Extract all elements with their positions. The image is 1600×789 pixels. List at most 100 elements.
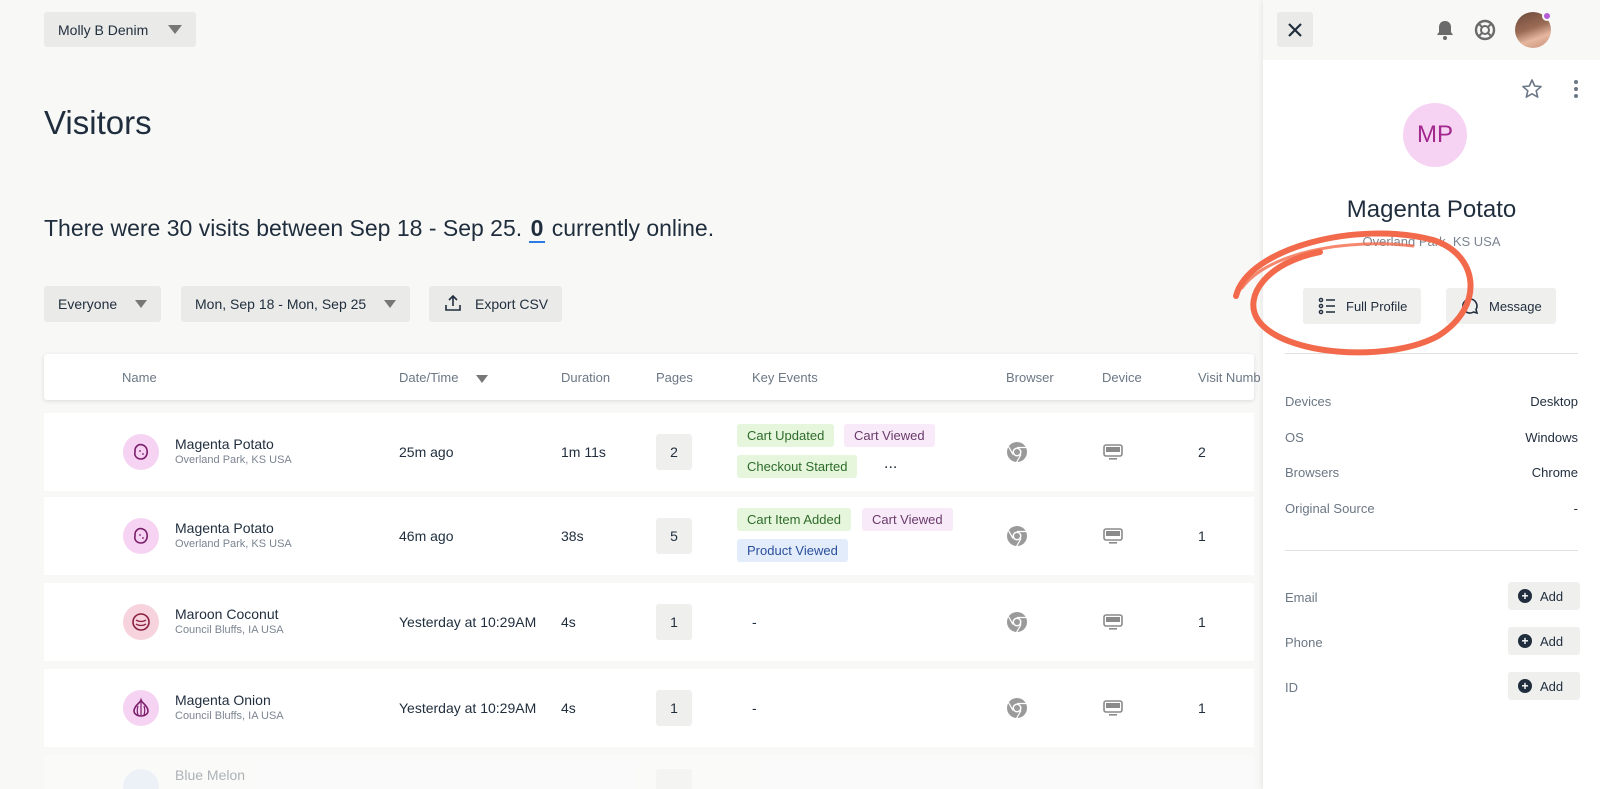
message-button[interactable]: Message <box>1446 288 1556 324</box>
desktop-icon <box>1102 613 1124 636</box>
visit-duration: 4s <box>561 614 576 630</box>
visitor-avatar <box>123 769 159 789</box>
no-events: - <box>752 700 757 716</box>
column-header-visit-number[interactable]: Visit Numb <box>1198 370 1261 385</box>
pages-count[interactable]: 5 <box>656 518 692 554</box>
more-events[interactable]: ... <box>884 455 897 473</box>
table-row[interactable]: Magenta Onion Council Bluffs, IA USA Yes… <box>44 669 1254 747</box>
pages-count[interactable] <box>656 769 692 789</box>
visitor-name[interactable]: Magenta Onion <box>175 692 271 708</box>
column-header-pages[interactable]: Pages <box>656 370 693 385</box>
add-label: Add <box>1540 633 1564 649</box>
visit-number: 1 <box>1198 700 1206 716</box>
plus-icon: + <box>1518 634 1532 648</box>
notification-dot <box>1542 11 1552 21</box>
star-icon[interactable] <box>1521 78 1543 100</box>
upload-icon <box>443 293 463 316</box>
event-tag: Product Viewed <box>737 539 848 562</box>
visit-number: 1 <box>1198 528 1206 544</box>
chevron-down-icon <box>384 300 397 308</box>
contact-label: ID <box>1285 680 1298 695</box>
add-label: Add <box>1540 678 1564 694</box>
visit-number: 2 <box>1198 444 1206 460</box>
detail-value: - <box>1573 501 1578 516</box>
visitor-avatar <box>123 434 159 470</box>
full-profile-button[interactable]: Full Profile <box>1303 288 1422 324</box>
close-panel-button[interactable] <box>1277 12 1313 47</box>
column-header-duration[interactable]: Duration <box>561 370 610 385</box>
column-header-device: Device <box>1102 370 1142 385</box>
list-icon <box>1318 297 1335 315</box>
desktop-icon <box>1102 443 1124 466</box>
visitor-avatar <box>123 604 159 640</box>
no-events: - <box>752 614 757 630</box>
visit-datetime: Yesterday at 10:29AM <box>399 614 537 630</box>
export-csv-label: Export CSV <box>475 296 549 312</box>
audience-filter-label: Everyone <box>58 296 118 312</box>
help-lifebuoy-icon[interactable] <box>1474 19 1496 41</box>
visit-datetime: 25m ago <box>399 444 454 460</box>
full-profile-label: Full Profile <box>1346 298 1408 314</box>
visit-duration: 1m 11s <box>561 444 606 460</box>
column-header-datetime[interactable]: Date/Time <box>399 370 489 385</box>
visitor-location: Overland Park, KS USA <box>1362 234 1501 249</box>
visitor-initials-avatar: MP <box>1403 103 1467 167</box>
message-label: Message <box>1489 298 1542 314</box>
potato-icon <box>134 527 148 544</box>
visitor-name[interactable]: Maroon Coconut <box>175 606 279 622</box>
pages-count[interactable]: 2 <box>656 434 692 470</box>
close-icon <box>1288 22 1302 37</box>
coconut-icon <box>132 613 150 631</box>
detail-label: Browsers <box>1285 465 1340 480</box>
visitor-location: Overland Park, KS USA <box>175 454 292 466</box>
bell-icon[interactable] <box>1435 19 1455 41</box>
chrome-icon <box>1006 441 1028 468</box>
plus-icon: + <box>1518 589 1532 603</box>
desktop-icon <box>1102 527 1124 550</box>
chrome-icon <box>1006 697 1028 724</box>
add-label: Add <box>1540 588 1564 604</box>
chevron-down-icon <box>135 300 148 308</box>
audience-filter[interactable]: Everyone <box>44 286 162 322</box>
visits-summary: There were 30 visits between Sep 18 - Se… <box>44 215 715 243</box>
summary-prefix: There were 30 visits between Sep 18 - Se… <box>44 215 523 241</box>
add-id-button[interactable]: + Add <box>1508 672 1580 700</box>
event-tag: Checkout Started <box>737 455 858 478</box>
export-csv-button[interactable]: Export CSV <box>429 286 563 322</box>
table-row[interactable]: Magenta Potato Overland Park, KS USA 46m… <box>44 497 1254 575</box>
visit-duration: 4s <box>561 700 576 716</box>
date-range-filter[interactable]: Mon, Sep 18 - Mon, Sep 25 <box>181 286 411 322</box>
chrome-icon <box>1006 525 1028 552</box>
workspace-selector[interactable]: Molly B Denim <box>44 12 197 47</box>
more-options-icon[interactable] <box>1573 78 1579 100</box>
pages-count[interactable]: 1 <box>656 604 692 640</box>
contact-label: Email <box>1285 590 1318 605</box>
event-tag: Cart Viewed <box>844 424 935 447</box>
visitor-avatar <box>123 690 159 726</box>
chevron-down-icon <box>168 25 183 34</box>
visitor-name[interactable]: Magenta Potato <box>175 436 274 452</box>
visitor-location: Council Bluffs, IA USA <box>175 624 284 636</box>
table-row[interactable]: Magenta Potato Overland Park, KS USA 25m… <box>44 413 1254 491</box>
visitor-name[interactable]: Magenta Potato <box>175 520 274 536</box>
column-header-browser: Browser <box>1006 370 1054 385</box>
pages-count[interactable]: 1 <box>656 690 692 726</box>
chrome-icon <box>1006 611 1028 638</box>
event-tag: Cart Updated <box>737 424 835 447</box>
table-row[interactable]: Maroon Coconut Council Bluffs, IA USA Ye… <box>44 583 1254 661</box>
column-header-datetime-label: Date/Time <box>399 370 459 385</box>
potato-icon <box>134 443 148 460</box>
add-phone-button[interactable]: + Add <box>1508 627 1580 655</box>
detail-label: OS <box>1285 430 1304 445</box>
add-email-button[interactable]: + Add <box>1508 582 1580 610</box>
summary-suffix: currently online. <box>551 215 715 241</box>
detail-value: Chrome <box>1531 465 1578 480</box>
column-header-name[interactable]: Name <box>122 370 157 385</box>
table-row[interactable]: Blue Melon <box>44 755 1254 789</box>
visit-datetime: 46m ago <box>399 528 454 544</box>
online-count[interactable]: 0 <box>528 215 546 243</box>
visitor-name[interactable]: Blue Melon <box>175 767 245 783</box>
workspace-name: Molly B Denim <box>58 21 149 38</box>
column-header-key-events: Key Events <box>752 370 818 385</box>
table-header: Name Date/Time Duration Pages Key Events… <box>44 354 1261 400</box>
